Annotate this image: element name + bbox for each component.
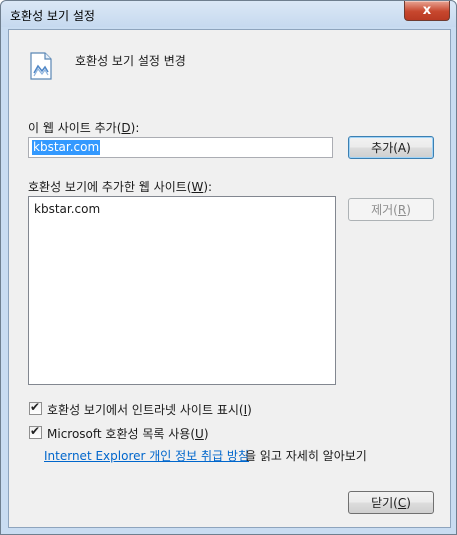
close-icon: x xyxy=(422,3,432,18)
site-url-value: kbstar.com xyxy=(32,140,101,155)
window-title: 호환성 보기 설정 xyxy=(10,9,95,23)
title-bar[interactable]: 호환성 보기 설정 x xyxy=(1,1,456,27)
compat-view-dialog: 호환성 보기 설정 x 호환성 보기 설정 변경 이 웹 사이트 추가(D): … xyxy=(0,0,457,535)
ms-compat-list-label[interactable]: Microsoft 호환성 목록 사용(U) xyxy=(47,425,209,442)
privacy-policy-link[interactable]: Internet Explorer 개인 정보 취급 방침 xyxy=(44,447,249,464)
add-button[interactable]: 추가(A) xyxy=(348,136,434,159)
dialog-body: 호환성 보기 설정 변경 이 웹 사이트 추가(D): kbstar.com 추… xyxy=(8,29,451,528)
intranet-checkbox-label[interactable]: 호환성 보기에서 인트라넷 사이트 표시(I) xyxy=(47,401,252,418)
checkmark-icon: ✔ xyxy=(30,400,41,414)
list-item[interactable]: kbstar.com xyxy=(34,202,100,216)
intranet-checkbox[interactable]: ✔ xyxy=(29,400,42,415)
site-url-input[interactable]: kbstar.com xyxy=(28,137,333,158)
privacy-suffix-text: 을 읽고 자세히 알아보기 xyxy=(245,449,367,463)
remove-button: 제거(R) xyxy=(348,198,434,221)
checkmark-icon: ✔ xyxy=(30,424,41,438)
close-button[interactable]: 닫기(C) xyxy=(348,491,434,514)
dialog-heading: 호환성 보기 설정 변경 xyxy=(75,54,186,68)
close-window-button[interactable]: x xyxy=(404,1,450,21)
add-site-label: 이 웹 사이트 추가(D): xyxy=(28,121,140,135)
site-list[interactable]: kbstar.com xyxy=(28,196,336,385)
compatibility-page-icon xyxy=(30,52,52,80)
site-list-label: 호환성 보기에 추가한 웹 사이트(W): xyxy=(28,180,213,194)
ms-compat-list-checkbox[interactable]: ✔ xyxy=(29,424,42,439)
